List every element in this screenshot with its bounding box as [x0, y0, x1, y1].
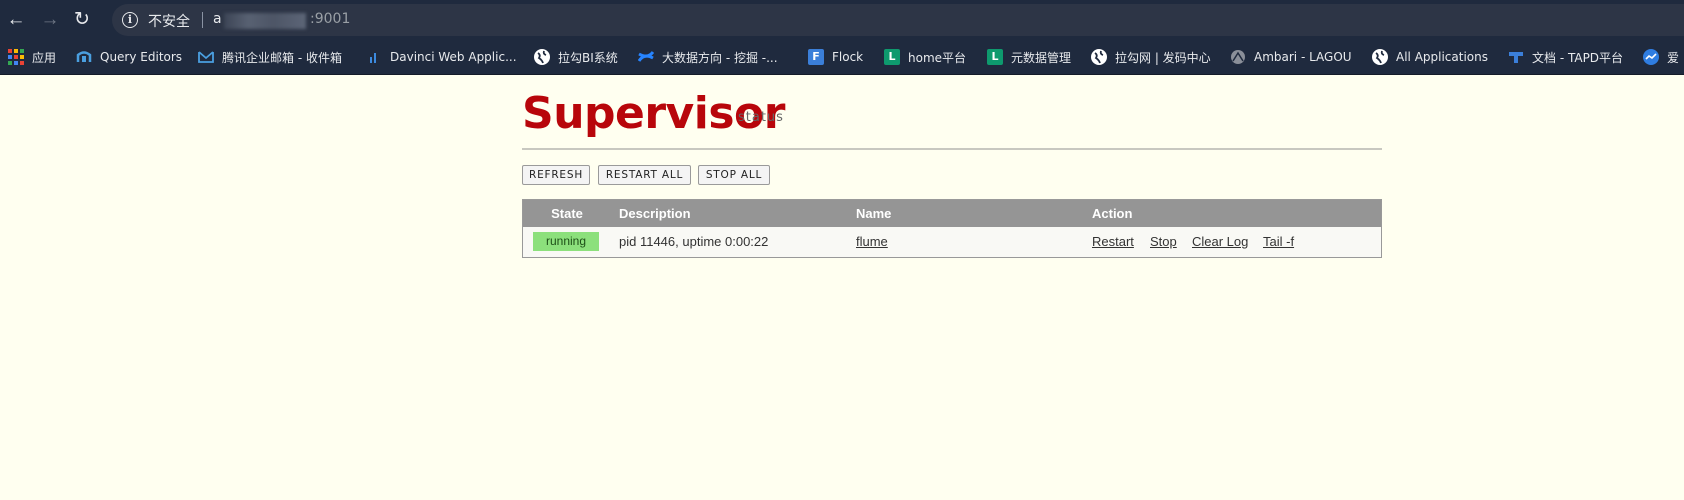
bookmark-label: Query Editors — [100, 50, 183, 64]
back-arrow-icon[interactable]: ← — [4, 8, 28, 32]
bookmarks-bar: 应用 Query Editors 腾讯企业邮箱 - 收件箱 Davinci We… — [0, 40, 1684, 75]
l-platform-icon: L — [987, 49, 1003, 65]
bookmark-metadata[interactable]: L 元数据管理 — [987, 46, 1071, 68]
bookmark-home-platform[interactable]: L home平台 — [884, 46, 966, 68]
clear-log-link[interactable]: Clear Log — [1192, 227, 1248, 257]
bookmark-tencent-mail[interactable]: 腾讯企业邮箱 - 收件箱 — [198, 46, 342, 68]
l-platform-icon: L — [884, 49, 900, 65]
bookmark-lagou-code[interactable]: 拉勾网 | 发码中心 — [1091, 46, 1211, 68]
bookmark-all-applications[interactable]: All Applications — [1372, 46, 1488, 68]
ambari-icon — [1230, 49, 1246, 65]
davinci-chart-icon — [366, 49, 382, 65]
restart-link[interactable]: Restart — [1092, 227, 1134, 257]
security-label[interactable]: 不安全 — [148, 11, 190, 31]
bookmark-label: 拉勾BI系统 — [558, 50, 618, 65]
aixin-icon — [1643, 49, 1659, 65]
bookmark-label: 爱 — [1667, 50, 1680, 65]
bookmark-label: 腾讯企业邮箱 - 收件箱 — [222, 50, 342, 65]
bookmark-label: home平台 — [908, 50, 967, 65]
bookmark-lagou-bi[interactable]: 拉勾BI系统 — [534, 46, 618, 68]
url-port[interactable]: :9001 — [310, 11, 350, 27]
logo-subtitle: status — [738, 110, 784, 125]
omnibox-separator — [202, 12, 203, 28]
bookmark-label: 拉勾网 | 发码中心 — [1115, 50, 1211, 65]
confluence-icon — [637, 49, 655, 65]
globe-icon — [1372, 49, 1388, 65]
header-state: State — [551, 206, 583, 221]
process-description: pid 11446, uptime 0:00:22 — [619, 234, 769, 249]
bookmark-label: 文档 - TAPD平台 — [1532, 50, 1624, 65]
bookmark-tapd[interactable]: 文档 - TAPD平台 — [1508, 46, 1623, 68]
browser-toolbar: ← → ↻ i 不安全 a :9001 — [0, 0, 1684, 40]
bookmark-label: 应用 — [32, 50, 57, 65]
query-editors-icon — [76, 49, 92, 65]
info-icon[interactable]: i — [122, 12, 138, 28]
header-action: Action — [1092, 206, 1133, 221]
status-badge: running — [533, 232, 599, 251]
globe-icon — [1091, 49, 1107, 65]
table-row: running pid 11446, uptime 0:00:22 flume … — [523, 227, 1381, 257]
bookmark-label: Ambari - LAGOU — [1254, 50, 1352, 64]
bookmark-label: 元数据管理 — [1011, 50, 1072, 65]
tail-f-link[interactable]: Tail -f — [1263, 227, 1294, 257]
globe-icon — [534, 49, 550, 65]
flock-icon: F — [808, 49, 824, 65]
forward-arrow-icon[interactable]: → — [38, 8, 62, 32]
supervisor-logo: Supervisor status — [522, 86, 785, 142]
address-bar[interactable]: i 不安全 a :9001 — [112, 4, 1684, 36]
bookmark-apps[interactable]: 应用 — [8, 46, 56, 68]
header-divider — [522, 148, 1382, 150]
bookmark-ambari[interactable]: Ambari - LAGOU — [1230, 46, 1352, 68]
bookmark-confluence[interactable]: 大数据方向 - 挖掘 -... — [637, 46, 778, 68]
redacted-url-segment — [224, 13, 306, 29]
bookmark-label: Davinci Web Applic... — [390, 50, 517, 64]
bookmark-query-editors[interactable]: Query Editors — [76, 46, 182, 68]
tapd-icon — [1508, 49, 1524, 65]
bookmark-aixin[interactable]: 爱 — [1643, 46, 1679, 68]
bookmark-flock[interactable]: F Flock — [808, 46, 863, 68]
stop-link[interactable]: Stop — [1150, 227, 1177, 257]
restart-all-button[interactable]: RESTART ALL — [598, 165, 691, 185]
url-prefix[interactable]: a — [213, 11, 222, 27]
bookmark-label: Flock — [832, 50, 864, 64]
table-header: State Description Name Action — [523, 200, 1381, 227]
bookmark-davinci[interactable]: Davinci Web Applic... — [366, 46, 517, 68]
refresh-button[interactable]: REFRESH — [522, 165, 590, 185]
header-name: Name — [856, 206, 892, 221]
reload-icon[interactable]: ↻ — [70, 8, 94, 32]
bookmark-label: 大数据方向 - 挖掘 -... — [662, 50, 778, 65]
header-description: Description — [619, 206, 691, 221]
tencent-mail-icon — [198, 49, 214, 65]
bookmark-label: All Applications — [1396, 50, 1488, 64]
stop-all-button[interactable]: STOP ALL — [698, 165, 770, 185]
process-table: State Description Name Action running pi… — [522, 199, 1382, 258]
apps-grid-icon — [8, 49, 24, 65]
process-name-link[interactable]: flume — [856, 227, 888, 257]
